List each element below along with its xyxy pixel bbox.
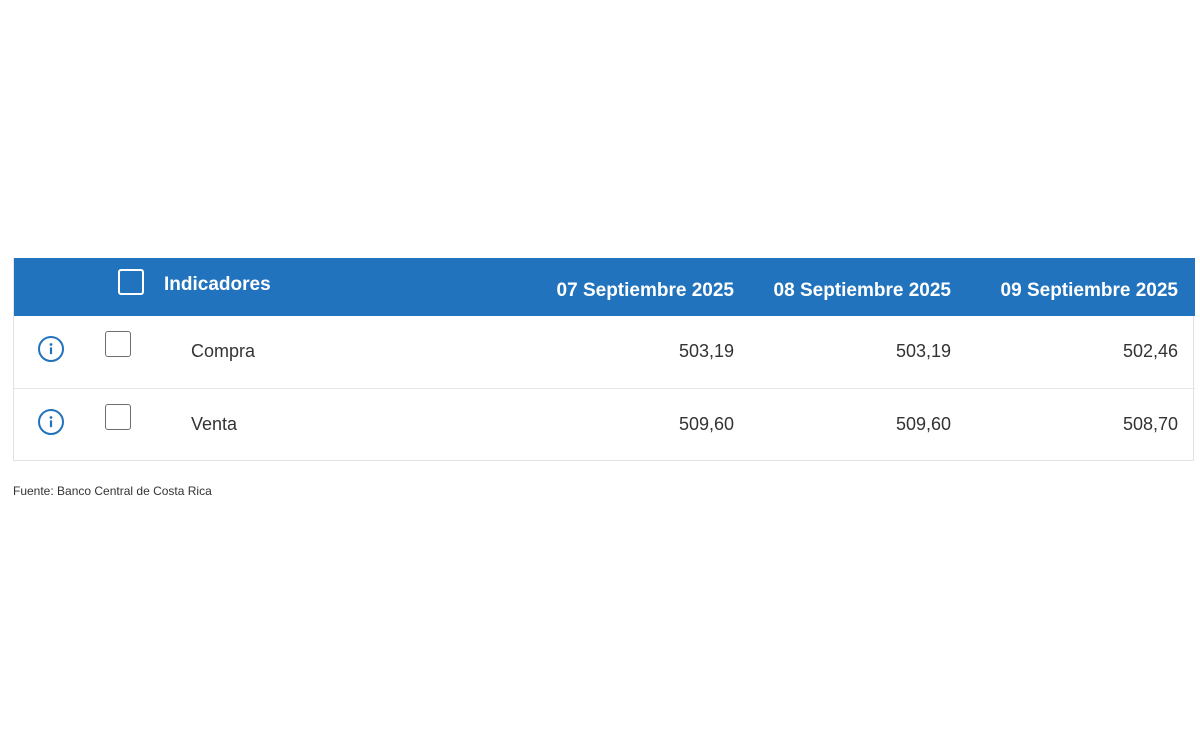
row-value-date-3: 502,46	[1122, 341, 1178, 362]
header-info-cell	[14, 258, 92, 316]
row-value-date-2: 503,19	[895, 341, 951, 362]
exchange-rate-table: Indicadores 07 Septiembre 2025 08 Septie…	[14, 258, 1195, 460]
info-circle-icon[interactable]	[38, 408, 64, 435]
table-row-compra: Compra 503,19 503,19 502,46	[14, 316, 1195, 388]
row-value-date-2: 509,60	[895, 413, 951, 434]
header-date-2: 08 Septiembre 2025	[773, 280, 951, 301]
row-checkbox-compra[interactable]	[105, 331, 131, 358]
row-value-date-1: 509,60	[678, 413, 734, 434]
table-row-venta: Venta 509,60 509,60 508,70	[14, 388, 1195, 460]
row-value-date-3: 508,70	[1122, 413, 1178, 434]
row-checkbox-venta[interactable]	[105, 403, 131, 430]
row-indicator-name: Venta	[191, 413, 238, 434]
row-value-date-1: 503,19	[678, 341, 734, 362]
exchange-rate-table-container: Indicadores 07 Septiembre 2025 08 Septie…	[13, 258, 1195, 461]
row-info-cell	[14, 316, 92, 388]
header-indicators: Indicadores	[164, 274, 271, 295]
select-all-checkbox[interactable]	[117, 269, 144, 295]
source-note: Fuente: Banco Central de Costa Rica	[13, 484, 212, 498]
table-header-row: Indicadores 07 Septiembre 2025 08 Septie…	[14, 258, 1195, 316]
header-date-3: 09 Septiembre 2025	[1000, 280, 1178, 301]
row-checkbox-cell	[92, 316, 156, 388]
header-checkbox-cell	[92, 258, 156, 316]
row-indicator-name: Compra	[191, 341, 256, 362]
header-date-1: 07 Septiembre 2025	[556, 280, 734, 301]
info-circle-icon[interactable]	[38, 336, 64, 363]
row-info-cell	[14, 388, 92, 460]
row-checkbox-cell	[92, 388, 156, 460]
